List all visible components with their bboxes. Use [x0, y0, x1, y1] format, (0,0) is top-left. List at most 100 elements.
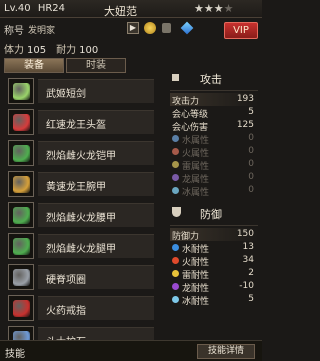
stat-row: 水属性 0 — [170, 132, 258, 146]
stat-row: 攻击力 193 — [170, 93, 258, 107]
star-icon: ★ — [213, 2, 224, 15]
stat-value: -10 — [239, 281, 254, 291]
equipment-name: 烈焰雌火龙铠甲 — [46, 151, 116, 162]
stat-value: 13 — [242, 242, 254, 252]
tab-fashion[interactable]: 时装 — [66, 58, 126, 73]
play-icon[interactable]: ▶ — [127, 22, 139, 34]
equipment-name: 红速龙王头盔 — [46, 120, 106, 131]
player-name: 大妞范 — [104, 5, 137, 18]
helmet-icon — [13, 114, 30, 131]
vip-button[interactable]: VIP — [224, 22, 258, 39]
equipment-item[interactable]: 武姬短剑 — [2, 77, 154, 105]
stat-value: 5 — [248, 294, 254, 304]
equipment-item[interactable]: 黄速龙王腕甲 — [2, 170, 154, 198]
equipment-bar: 火药戒指 — [38, 296, 154, 320]
equipment-item[interactable]: 烈焰雌火龙铠甲 — [2, 139, 154, 167]
equipment-bar: 红速龙王头盔 — [38, 110, 154, 134]
fire-icon — [172, 148, 179, 155]
skills-label: 技能 — [5, 349, 25, 360]
fire-icon — [172, 257, 179, 264]
equipment-bar: 武姬短剑 — [38, 79, 154, 103]
hr-text: HR24 — [37, 3, 66, 14]
arm-armor-icon — [13, 176, 30, 193]
equipment-bar: 烈焰雌火龙腿甲 — [38, 234, 154, 258]
thunder-icon — [172, 270, 179, 277]
star-empty-icon: ★ — [223, 2, 234, 15]
level-info: Lv.40 HR24 — [4, 3, 69, 14]
stat-value: 125 — [236, 120, 254, 130]
equipment-list: 武姬短剑 红速龙王头盔 烈焰雌火龙铠甲 黄速龙王腕甲 烈焰雌火龙腰甲 烈焰雌火龙… — [2, 77, 154, 356]
stat-value: 0 — [248, 159, 254, 169]
stat-value: 0 — [248, 133, 254, 143]
coin-icon[interactable] — [144, 22, 156, 34]
level-text: Lv.40 — [4, 3, 31, 14]
equipment-bar: 硬脊项圈 — [38, 265, 154, 289]
equipment-item[interactable]: 烈焰雌火龙腰甲 — [2, 201, 154, 229]
equipment-bar: 黄速龙王腕甲 — [38, 172, 154, 196]
title-row: 称号 发明家 ▶ — [0, 18, 262, 38]
header-bar: Lv.40 HR24 大妞范 ★★★★ — [0, 0, 262, 18]
stat-row: 冰属性 0 — [170, 184, 258, 198]
stat-value: 193 — [236, 94, 254, 104]
title-label: 称号 — [4, 26, 24, 37]
shield-icon — [172, 207, 181, 217]
tab-equipment[interactable]: 装备 — [4, 58, 64, 73]
title-value: 发明家 — [28, 26, 56, 36]
equipment-bar: 烈焰雌火龙铠甲 — [38, 141, 154, 165]
stat-value: 0 — [248, 172, 254, 182]
endurance-value: 100 — [79, 45, 99, 56]
stat-row: 冰耐性 5 — [170, 293, 258, 307]
stat-row: 龙耐性 -10 — [170, 280, 258, 294]
waist-armor-icon — [13, 207, 30, 224]
equipment-slot — [8, 78, 34, 104]
stat-row: 防御力 150 — [170, 228, 258, 242]
stat-value: 2 — [248, 268, 254, 278]
stat-label: 冰耐性 — [182, 297, 210, 307]
stat-row: 火属性 0 — [170, 145, 258, 159]
rank-stars: ★★★★ — [194, 2, 234, 15]
equipment-slot — [8, 171, 34, 197]
dragon-icon — [172, 283, 179, 290]
footer-bar: 技能 技能详情 — [0, 340, 262, 361]
stamina-label: 体力 — [4, 45, 24, 56]
equipment-name: 烈焰雌火龙腿甲 — [46, 244, 116, 255]
stats-panel: 攻击 攻击力 193 会心等级 5 会心伤害 125 水属性 0 火属性 0 雷属性 0 龙… — [170, 70, 258, 307]
equipment-item[interactable]: 硬脊项圈 — [2, 263, 154, 291]
necklace-icon — [13, 269, 30, 286]
ice-icon — [172, 187, 179, 194]
equipment-item[interactable]: 烈焰雌火龙腿甲 — [2, 232, 154, 260]
skill-details-button[interactable]: 技能详情 — [197, 344, 255, 359]
stat-row: 会心等级 5 — [170, 106, 258, 120]
star-icon: ★ — [203, 2, 214, 15]
equipment-item[interactable]: 火药戒指 — [2, 294, 154, 322]
equipment-name: 火药戒指 — [46, 306, 86, 317]
gem-icon[interactable] — [180, 21, 194, 35]
star-icon: ★ — [194, 2, 204, 15]
stat-value: 0 — [248, 146, 254, 156]
attack-icon — [172, 74, 179, 81]
defense-title: 防御 — [200, 208, 222, 221]
stat-row: 火耐性 34 — [170, 254, 258, 268]
equipment-name: 武姬短剑 — [46, 89, 86, 100]
stat-value: 150 — [236, 229, 254, 239]
lock-icon[interactable] — [162, 23, 171, 33]
thunder-icon — [172, 161, 179, 168]
attack-title: 攻击 — [200, 73, 222, 86]
attack-header: 攻击 — [170, 70, 258, 86]
defense-header: 防御 — [170, 205, 258, 221]
ring-icon — [13, 300, 30, 317]
equipment-bar: 烈焰雌火龙腰甲 — [38, 203, 154, 227]
water-icon — [172, 244, 179, 251]
equipment-item[interactable]: 红速龙王头盔 — [2, 108, 154, 136]
stat-value: 0 — [248, 185, 254, 195]
equipment-slot — [8, 233, 34, 259]
stat-row: 雷耐性 2 — [170, 267, 258, 281]
equipment-slot — [8, 140, 34, 166]
endurance-label: 耐力 — [56, 45, 77, 56]
equipment-slot — [8, 202, 34, 228]
equipment-name: 黄速龙王腕甲 — [46, 182, 106, 193]
equipment-slot — [8, 295, 34, 321]
equipment-slot — [8, 264, 34, 290]
stat-row: 雷属性 0 — [170, 158, 258, 172]
equipment-name: 硬脊项圈 — [46, 275, 86, 286]
